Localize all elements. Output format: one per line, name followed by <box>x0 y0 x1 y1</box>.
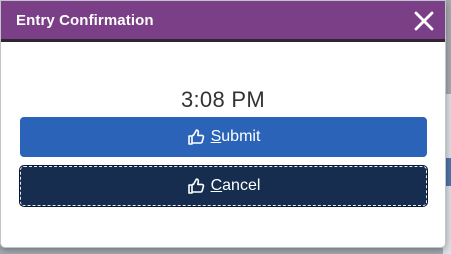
close-icon-graphic <box>414 11 434 31</box>
cancel-access-key: C <box>210 177 223 194</box>
entry-confirmation-dialog: Entry Confirmation 3:08 PM Submit Cancel <box>0 0 446 248</box>
submit-button-label: Submit <box>211 128 261 146</box>
submit-button[interactable]: Submit <box>20 117 427 157</box>
current-time: 3:08 PM <box>180 87 266 112</box>
dialog-title: Entry Confirmation <box>16 12 154 29</box>
cancel-label-text: ancel <box>222 177 261 194</box>
submit-label-text: ubmit <box>221 128 261 145</box>
cancel-button-label: Cancel <box>211 177 261 195</box>
thumbs-up-icon <box>187 128 205 146</box>
close-icon[interactable] <box>413 10 435 32</box>
submit-access-key: S <box>210 128 222 145</box>
cancel-button[interactable]: Cancel <box>19 165 428 207</box>
thumbs-up-icon <box>187 177 205 195</box>
dialog-titlebar: Entry Confirmation <box>1 1 445 42</box>
